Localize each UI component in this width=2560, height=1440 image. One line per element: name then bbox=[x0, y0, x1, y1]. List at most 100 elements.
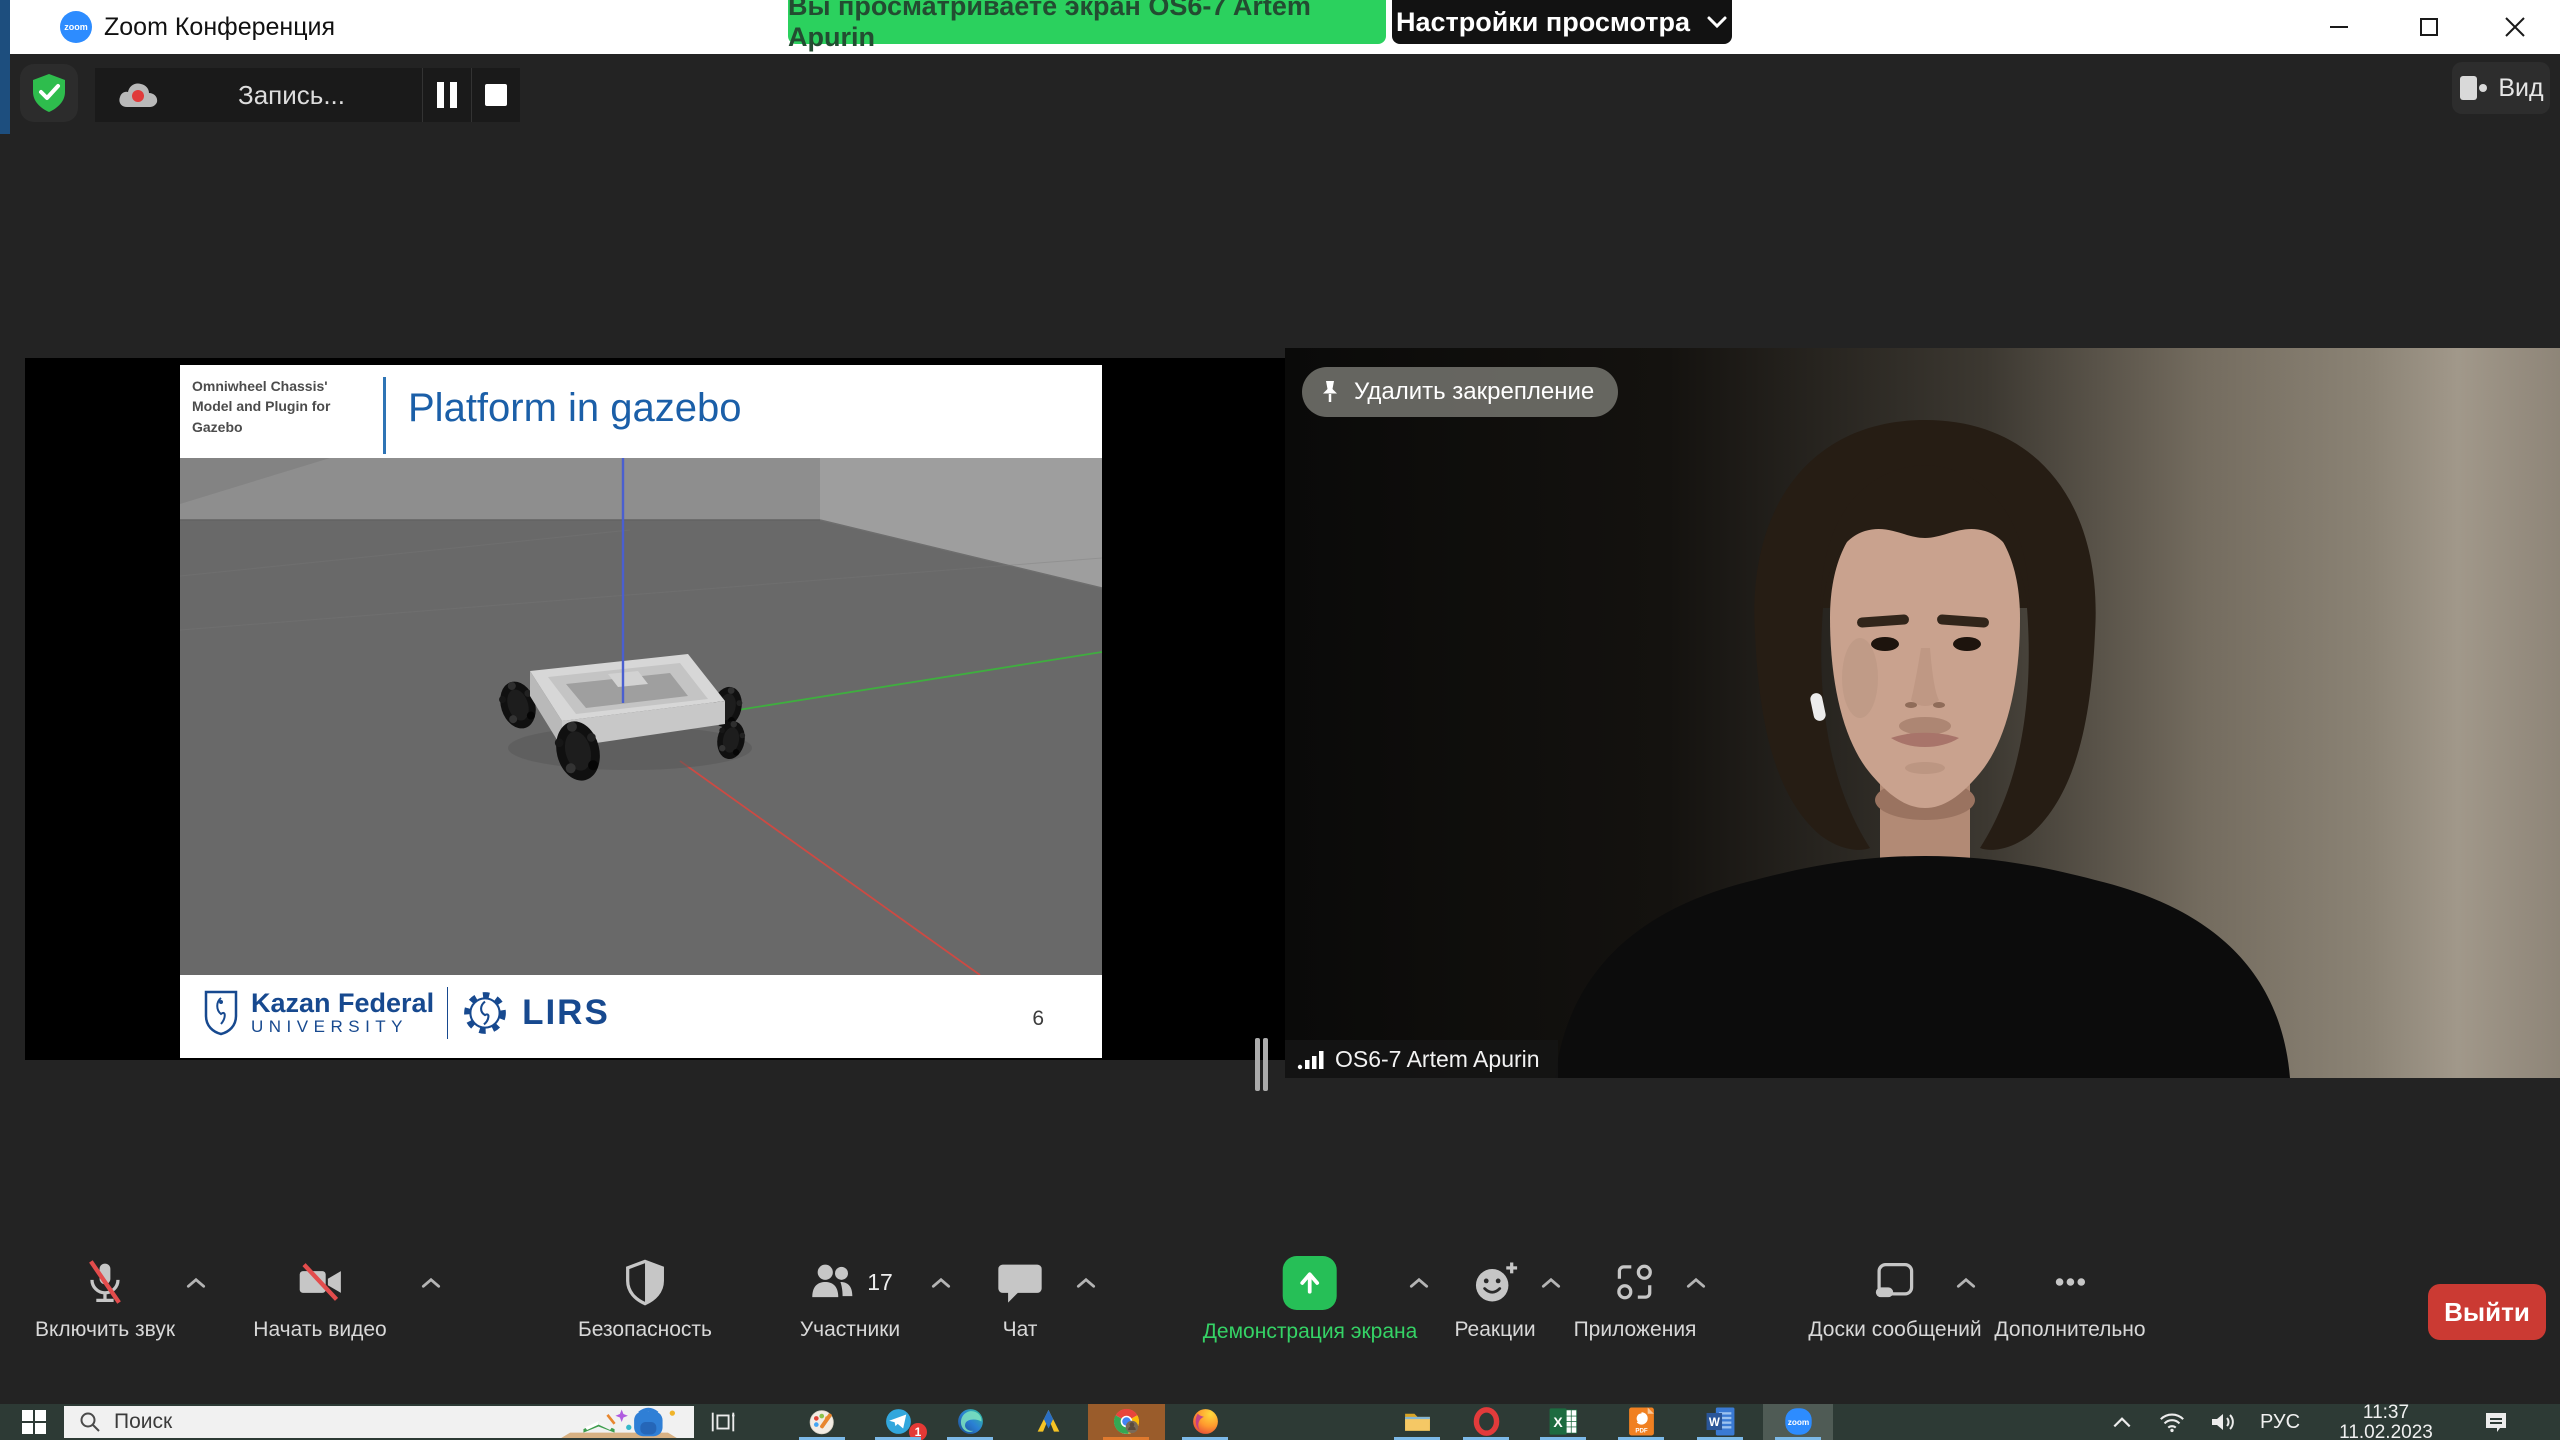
excel-icon: X bbox=[1548, 1406, 1579, 1437]
view-button-label: Вид bbox=[2498, 74, 2543, 103]
taskbar-app-edge[interactable] bbox=[947, 1406, 993, 1437]
share-options-chevron[interactable] bbox=[1408, 1276, 1430, 1290]
window-title: Zoom Конференция bbox=[104, 13, 335, 42]
tray-show-hidden-icons[interactable] bbox=[2100, 1404, 2144, 1440]
green-shield-icon bbox=[31, 73, 67, 113]
taskbar-search[interactable]: Поиск bbox=[64, 1406, 694, 1438]
notifications-icon bbox=[2483, 1409, 2509, 1435]
toolbar-item-reactions[interactable]: Реакции bbox=[1454, 1256, 1535, 1342]
taskbar-app-telegram[interactable]: 1 bbox=[875, 1406, 921, 1437]
reactions-smiley-icon bbox=[1469, 1256, 1521, 1308]
excel-letter: X bbox=[1553, 1414, 1563, 1430]
whiteboards-label: Доски сообщений bbox=[1808, 1318, 1981, 1342]
taskbar-app-zoom[interactable]: zoom bbox=[1775, 1406, 1821, 1437]
pane-resize-handle[interactable] bbox=[1263, 1038, 1268, 1091]
taskbar-app-paint[interactable] bbox=[799, 1406, 845, 1437]
chat-options-chevron[interactable] bbox=[1075, 1276, 1097, 1290]
zoom-logo-icon: zoom bbox=[60, 11, 92, 43]
search-highlight-illustration bbox=[544, 1406, 694, 1438]
kfu-name-line2: UNIVERSITY bbox=[251, 1017, 434, 1037]
search-placeholder-text: Поиск bbox=[114, 1410, 544, 1434]
unpin-button[interactable]: Удалить закрепление bbox=[1302, 367, 1618, 417]
taskbar-app-excel[interactable]: X bbox=[1540, 1406, 1586, 1437]
close-button[interactable] bbox=[2470, 0, 2560, 54]
apps-options-chevron[interactable] bbox=[1685, 1276, 1707, 1290]
maximize-button[interactable] bbox=[2384, 0, 2474, 54]
chevron-up-icon bbox=[1685, 1276, 1707, 1290]
toolbar-item-share-screen[interactable]: Демонстрация экрана bbox=[1203, 1256, 1418, 1344]
whiteboards-options-chevron[interactable] bbox=[1955, 1276, 1977, 1290]
participant-name-text: OS6-7 Artem Apurin bbox=[1335, 1046, 1540, 1073]
unmute-options-chevron[interactable] bbox=[185, 1276, 207, 1290]
foxit-pdf-icon: PDF bbox=[1626, 1406, 1657, 1437]
camera-off-icon bbox=[294, 1256, 346, 1308]
tray-clock[interactable]: 11:37 11.02.2023 bbox=[2330, 1404, 2442, 1440]
participants-count: 17 bbox=[867, 1269, 893, 1296]
toolbar-item-unmute[interactable]: Включить звук bbox=[35, 1256, 175, 1342]
view-layout-icon bbox=[2458, 75, 2488, 101]
toolbar-item-more[interactable]: Дополнительно bbox=[1994, 1256, 2145, 1342]
pause-recording-button[interactable] bbox=[423, 68, 471, 122]
tray-language-indicator[interactable]: РУС bbox=[2258, 1404, 2302, 1440]
kfu-name-line1: Kazan Federal bbox=[251, 989, 434, 1017]
tray-network[interactable] bbox=[2150, 1404, 2194, 1440]
slide-header: Omniwheel Chassis' Model and Plugin for … bbox=[180, 365, 1102, 458]
chevron-up-icon bbox=[1408, 1276, 1430, 1290]
speaker-icon bbox=[2209, 1410, 2239, 1434]
start-button[interactable] bbox=[14, 1409, 54, 1435]
tray-volume[interactable] bbox=[2200, 1404, 2248, 1440]
toolbar-item-start-video[interactable]: Начать видео bbox=[253, 1256, 386, 1342]
wifi-icon bbox=[2158, 1410, 2186, 1434]
pause-icon bbox=[450, 82, 457, 108]
gazebo-scene bbox=[180, 458, 1102, 975]
toolbar-item-participants[interactable]: 17 Участники bbox=[800, 1256, 900, 1342]
participants-options-chevron[interactable] bbox=[930, 1276, 952, 1290]
chrome-icon bbox=[1111, 1406, 1142, 1437]
minimize-button[interactable] bbox=[2294, 0, 2384, 54]
toolbar-item-security[interactable]: Безопасность bbox=[578, 1256, 712, 1342]
chevron-up-icon bbox=[930, 1276, 952, 1290]
chevron-down-icon bbox=[1706, 15, 1728, 29]
lirs-logo-text: LIRS bbox=[522, 993, 610, 1033]
taskbar-app-word[interactable]: W bbox=[1697, 1406, 1743, 1437]
participants-label: Участники bbox=[800, 1318, 900, 1342]
view-layout-button[interactable]: Вид bbox=[2452, 62, 2550, 114]
taskbar-app-chrome[interactable] bbox=[1103, 1406, 1149, 1437]
zoom-label: zoom bbox=[1787, 1418, 1809, 1427]
security-label: Безопасность bbox=[578, 1318, 712, 1342]
taskbar-app-a-logo[interactable] bbox=[1025, 1406, 1071, 1437]
minimize-icon bbox=[2326, 14, 2352, 40]
chat-label: Чат bbox=[1003, 1318, 1038, 1342]
taskbar-app-opera[interactable] bbox=[1463, 1406, 1509, 1437]
chevron-up-icon bbox=[2111, 1415, 2133, 1429]
viewing-screen-banner: Вы просматриваете экран OS6-7 Artem Apur… bbox=[788, 0, 1386, 44]
background-window-edge bbox=[0, 0, 10, 134]
unmute-label: Включить звук bbox=[35, 1318, 175, 1342]
meeting-security-badge[interactable] bbox=[20, 64, 78, 122]
participant-name-label: OS6-7 Artem Apurin bbox=[1285, 1040, 1558, 1078]
folder-icon bbox=[1402, 1406, 1433, 1437]
taskbar-app-firefox[interactable] bbox=[1182, 1406, 1228, 1437]
video-options-chevron[interactable] bbox=[420, 1276, 442, 1290]
divider bbox=[383, 377, 386, 454]
toolbar-item-whiteboards[interactable]: Доски сообщений bbox=[1808, 1256, 1981, 1342]
toolbar-item-apps[interactable]: Приложения bbox=[1574, 1256, 1697, 1342]
leave-meeting-button[interactable]: Выйти bbox=[2428, 1284, 2546, 1340]
security-shield-icon bbox=[619, 1256, 671, 1308]
maximize-icon bbox=[2416, 14, 2442, 40]
task-view-button[interactable] bbox=[702, 1408, 744, 1436]
arrow-up-icon bbox=[1295, 1268, 1325, 1298]
start-video-label: Начать видео bbox=[253, 1318, 386, 1342]
pane-resize-handle[interactable] bbox=[1255, 1038, 1260, 1091]
view-settings-dropdown[interactable]: Настройки просмотра bbox=[1392, 0, 1732, 44]
firefox-icon bbox=[1190, 1406, 1221, 1437]
taskbar-app-foxit-pdf[interactable]: PDF bbox=[1618, 1406, 1664, 1437]
tray-action-center[interactable] bbox=[2474, 1404, 2518, 1440]
reactions-options-chevron[interactable] bbox=[1540, 1276, 1562, 1290]
chevron-up-icon bbox=[1075, 1276, 1097, 1290]
kfu-logo-text: Kazan Federal UNIVERSITY bbox=[251, 989, 434, 1037]
stop-recording-button[interactable] bbox=[472, 68, 520, 122]
toolbar-item-chat[interactable]: Чат bbox=[994, 1256, 1046, 1342]
task-view-icon bbox=[709, 1408, 737, 1436]
taskbar-app-file-explorer[interactable] bbox=[1394, 1406, 1440, 1437]
